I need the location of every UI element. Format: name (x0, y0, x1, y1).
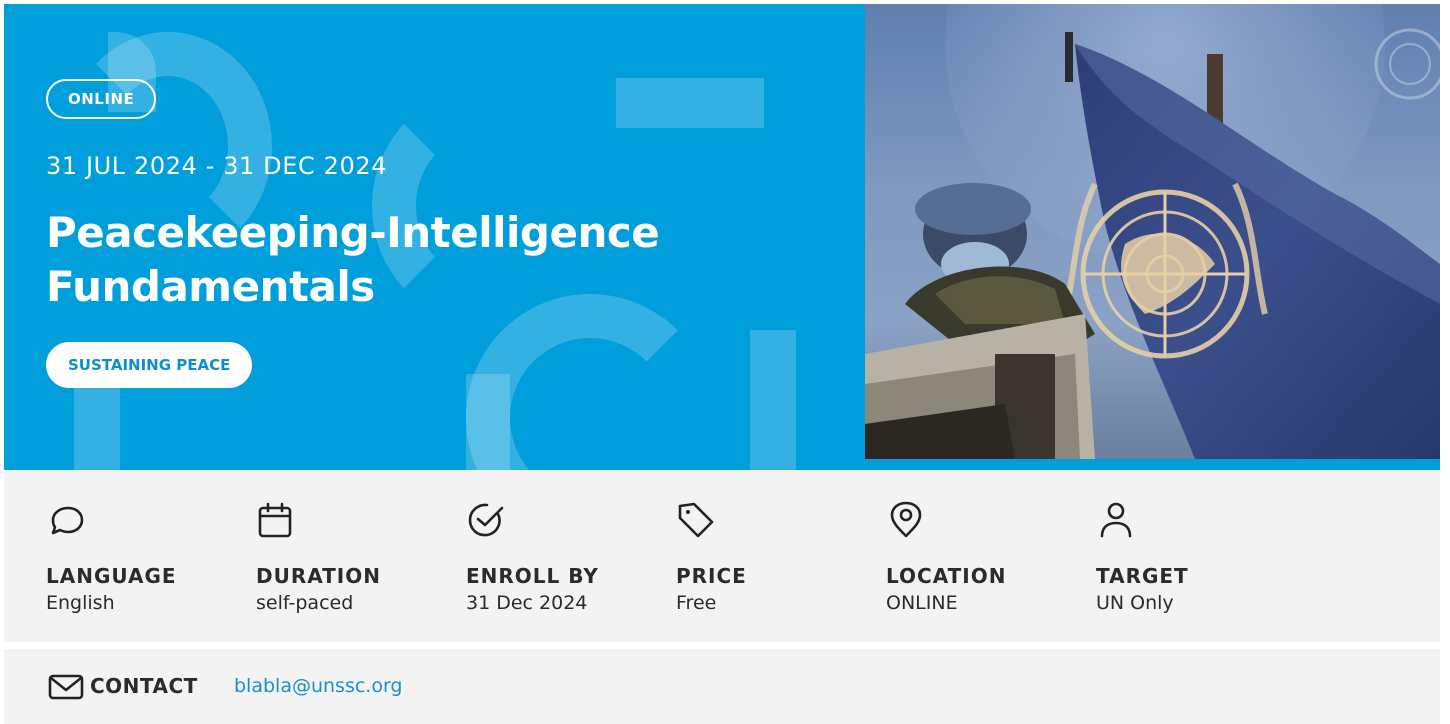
location-value: ONLINE (886, 592, 958, 614)
info-target: TARGET UN Only (1096, 500, 1296, 630)
target-label: TARGET (1096, 564, 1189, 588)
enroll-by-label: ENROLL BY (466, 564, 599, 588)
mail-icon (48, 674, 84, 700)
price-label: PRICE (676, 564, 747, 588)
info-enroll-by: ENROLL BY 31 Dec 2024 (466, 500, 666, 630)
course-title-line: Fundamentals (46, 262, 375, 311)
decor-shape (466, 374, 510, 470)
contact-bar: CONTACT blabla@unssc.org (4, 649, 1440, 724)
decor-shape (750, 330, 796, 470)
info-price: PRICE Free (676, 500, 876, 630)
hero-text-panel: ONLINE 31 JUL 2024 - 31 DEC 2024 Peaceke… (4, 4, 865, 470)
duration-value: self-paced (256, 592, 354, 614)
location-pin-icon (890, 501, 922, 538)
enroll-by-value: 31 Dec 2024 (466, 592, 588, 614)
info-language: LANGUAGE English (46, 500, 246, 630)
course-title: Peacekeeping-Intelligence Fundamentals (46, 206, 846, 314)
price-value: Free (676, 592, 717, 614)
course-card: ONLINE 31 JUL 2024 - 31 DEC 2024 Peaceke… (0, 0, 1450, 724)
info-location: LOCATION ONLINE (886, 500, 1086, 630)
language-label: LANGUAGE (46, 564, 177, 588)
chat-bubble-icon (51, 506, 84, 535)
un-flag-peacekeeper-photo (865, 4, 1440, 459)
course-hero: ONLINE 31 JUL 2024 - 31 DEC 2024 Peaceke… (4, 4, 1440, 470)
course-dates: 31 JUL 2024 - 31 DEC 2024 (46, 152, 388, 180)
course-title-line: Peacekeeping-Intelligence (46, 208, 660, 257)
photo-illustration (865, 4, 1440, 459)
contact-email-link[interactable]: blabla@unssc.org (234, 675, 403, 697)
contact-label: CONTACT (90, 674, 198, 698)
info-duration: DURATION self-paced (256, 500, 456, 630)
user-icon (1100, 502, 1132, 538)
delivery-mode-badge: ONLINE (46, 79, 157, 119)
duration-label: DURATION (256, 564, 381, 588)
language-value: English (46, 592, 115, 614)
target-value: UN Only (1096, 592, 1174, 614)
course-info-bar: LANGUAGE English DURATION self-paced ENR… (4, 470, 1440, 642)
check-circle-icon (468, 503, 504, 537)
tag-icon (678, 502, 714, 538)
location-label: LOCATION (886, 564, 1007, 588)
calendar-icon (258, 502, 292, 538)
decor-shape (616, 78, 764, 128)
theme-badge[interactable]: SUSTAINING PEACE (46, 342, 253, 388)
